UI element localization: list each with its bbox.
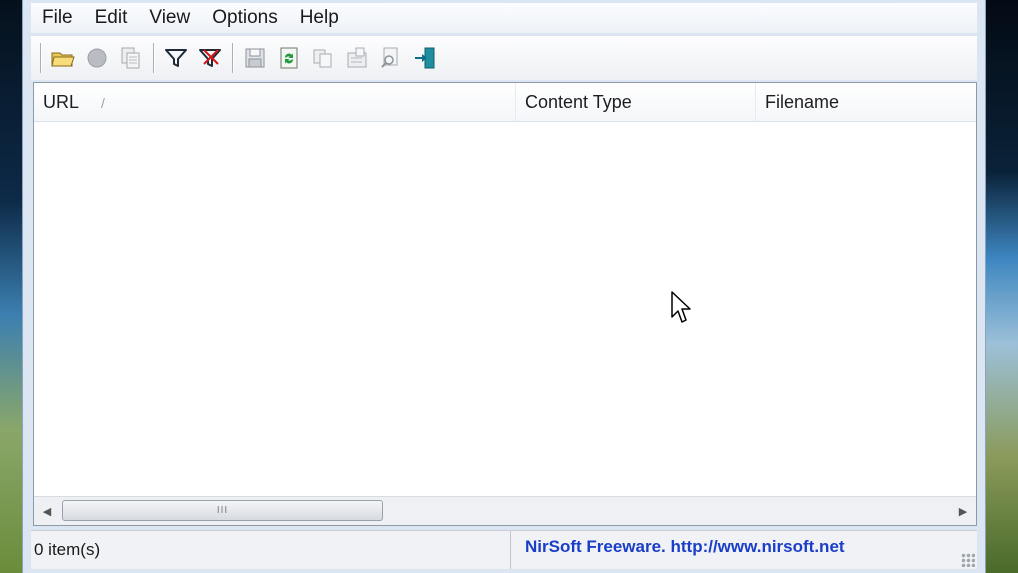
filter-button[interactable] bbox=[159, 41, 193, 75]
app-window: File Edit View Options Help URL / Conten… bbox=[22, 0, 986, 573]
column-header-label: Filename bbox=[765, 92, 840, 112]
toolbar-separator bbox=[153, 43, 154, 73]
sort-indicator-icon: / bbox=[101, 95, 105, 111]
filter-icon bbox=[165, 49, 187, 67]
save-icon bbox=[245, 48, 265, 68]
toolbar-separator bbox=[40, 43, 41, 73]
mouse-pointer-icon bbox=[671, 291, 691, 323]
scroll-thumb[interactable]: III bbox=[62, 500, 383, 521]
properties-button[interactable] bbox=[340, 41, 374, 75]
column-header-filename[interactable]: Filename bbox=[756, 83, 976, 121]
remove-filter-button[interactable] bbox=[193, 41, 227, 75]
menu-view[interactable]: View bbox=[138, 3, 201, 33]
remove-filter-icon bbox=[199, 49, 221, 67]
copy-button[interactable] bbox=[306, 41, 340, 75]
refresh-button[interactable] bbox=[272, 41, 306, 75]
status-bar: 0 item(s) NirSoft Freeware. http://www.n… bbox=[31, 530, 977, 569]
url-list[interactable]: URL / Content Type Filename ◀ III ▶ bbox=[33, 82, 977, 526]
find-button[interactable] bbox=[374, 41, 408, 75]
horizontal-scrollbar[interactable]: ◀ III ▶ bbox=[34, 496, 976, 525]
stop-button[interactable] bbox=[80, 41, 114, 75]
exit-button[interactable] bbox=[408, 41, 442, 75]
open-folder-icon bbox=[51, 52, 75, 67]
scroll-grip: III bbox=[216, 505, 229, 516]
scroll-left-arrow-icon[interactable]: ◀ bbox=[36, 497, 58, 525]
resize-grip-icon[interactable] bbox=[961, 553, 975, 567]
menu-bar: File Edit View Options Help bbox=[31, 3, 977, 33]
column-header-label: Content Type bbox=[525, 92, 632, 112]
menu-edit[interactable]: Edit bbox=[84, 3, 139, 33]
menu-file[interactable]: File bbox=[31, 3, 84, 33]
open-folder-button[interactable] bbox=[46, 41, 80, 75]
column-header-label: URL bbox=[43, 92, 80, 112]
nirsoft-link[interactable]: NirSoft Freeware. http://www.nirsoft.net bbox=[525, 531, 845, 563]
menu-options[interactable]: Options bbox=[201, 3, 288, 33]
stop-icon bbox=[87, 48, 107, 68]
copy-text-button[interactable] bbox=[114, 41, 148, 75]
desktop-background-right bbox=[986, 0, 1018, 573]
scroll-right-arrow-icon[interactable]: ▶ bbox=[952, 497, 974, 525]
toolbar bbox=[31, 36, 977, 80]
refresh-icon bbox=[280, 47, 298, 69]
copy-icon bbox=[313, 49, 332, 68]
item-count: 0 item(s) bbox=[31, 531, 511, 569]
column-header-content-type[interactable]: Content Type bbox=[516, 83, 756, 121]
properties-icon bbox=[347, 47, 367, 68]
column-header-url[interactable]: URL / bbox=[34, 83, 516, 121]
desktop-background-left bbox=[0, 0, 22, 573]
save-button[interactable] bbox=[238, 41, 272, 75]
exit-icon bbox=[415, 47, 435, 69]
toolbar-separator bbox=[232, 43, 233, 73]
menu-help[interactable]: Help bbox=[289, 3, 350, 33]
list-header: URL / Content Type Filename bbox=[34, 83, 976, 122]
copy-text-icon bbox=[121, 47, 140, 69]
find-icon bbox=[381, 47, 398, 68]
